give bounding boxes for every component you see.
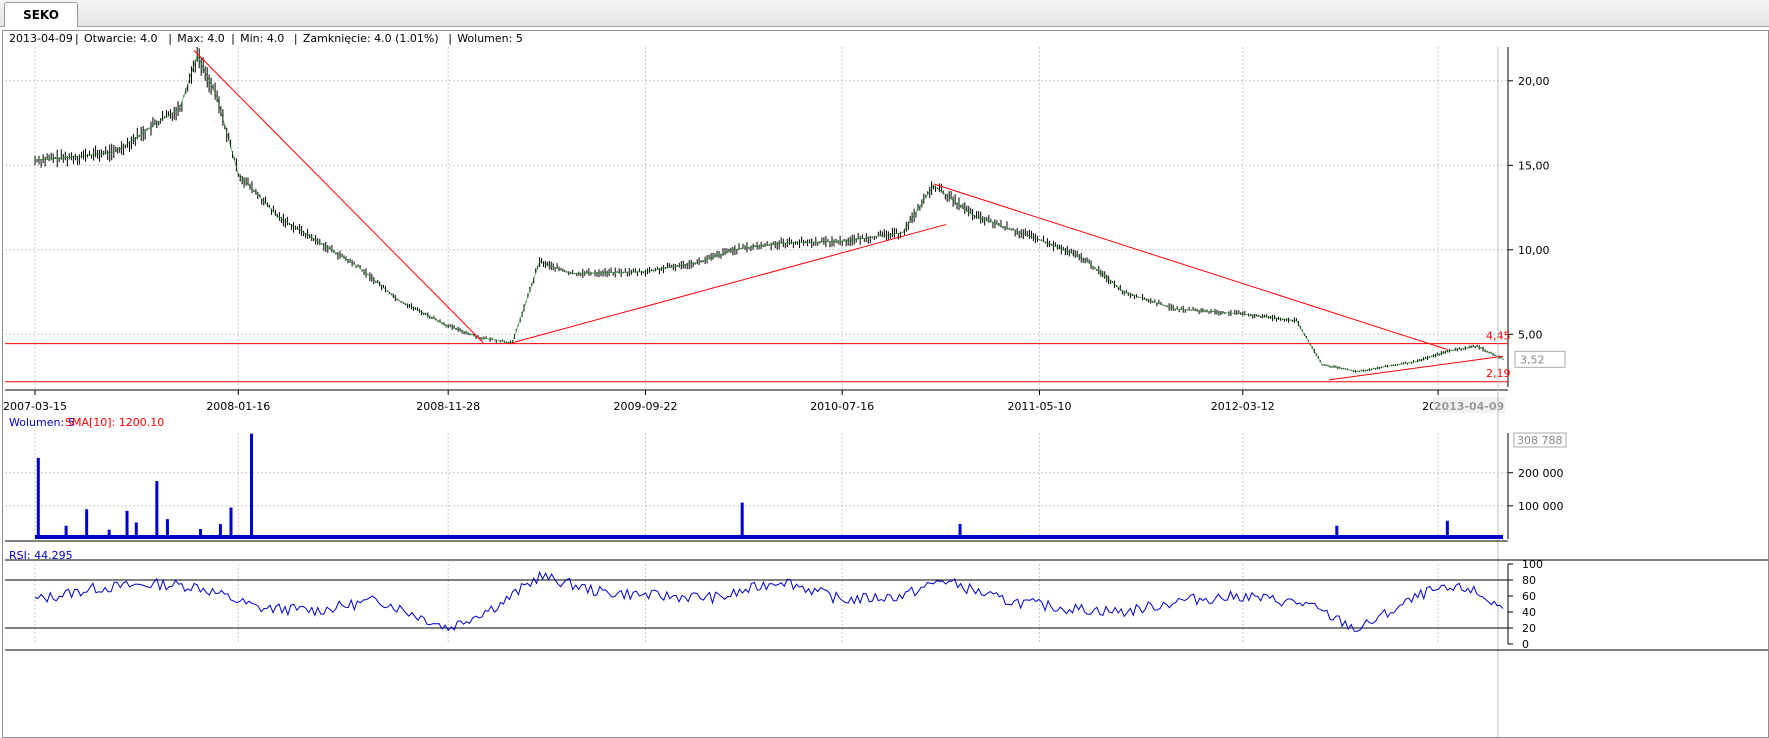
date-tick-label: 2007-03-15 bbox=[3, 400, 67, 413]
date-tick-label: 2008-11-28 bbox=[416, 400, 480, 413]
volume-bar bbox=[85, 509, 89, 539]
volume-bar bbox=[229, 507, 233, 539]
tab-seko[interactable]: SEKO bbox=[4, 2, 78, 27]
volume-bar bbox=[155, 481, 159, 539]
rsi-line bbox=[34, 570, 1504, 632]
volume-bar bbox=[958, 524, 962, 539]
volume-tick-label: 200 000 bbox=[1518, 467, 1564, 480]
info-separator: | bbox=[231, 32, 235, 45]
volume-bar bbox=[250, 433, 254, 539]
date-tick-label: 2009-09-22 bbox=[614, 400, 678, 413]
current-date-label: 2013-04-09 bbox=[1434, 400, 1504, 413]
volume-bar bbox=[1335, 525, 1339, 539]
volume-bar bbox=[199, 529, 203, 539]
trendline bbox=[1328, 355, 1504, 381]
rsi-tick-label: 100 bbox=[1522, 558, 1543, 571]
trendline bbox=[933, 183, 1448, 350]
last-price-label: 3,52 bbox=[1520, 353, 1545, 366]
volume-legend-1: SMA[10]: 1200.10 bbox=[65, 416, 164, 429]
info-open: Otwarcie: 4.0 bbox=[84, 32, 158, 45]
date-tick-label: 2012-03-12 bbox=[1211, 400, 1275, 413]
info-max: Max: 4.0 bbox=[177, 32, 224, 45]
volume-bar bbox=[36, 457, 40, 539]
info-separator: | bbox=[294, 32, 298, 45]
rsi-tick-label: 40 bbox=[1522, 606, 1536, 619]
info-min: Min: 4.0 bbox=[240, 32, 284, 45]
info-close: Zamknięcie: 4.0 (1.01%) bbox=[303, 32, 439, 45]
volume-bar bbox=[165, 519, 169, 539]
rsi-tick-label: 60 bbox=[1522, 590, 1536, 603]
trendline bbox=[512, 223, 947, 344]
stock-chart[interactable]: 2013-04-09 | Otwarcie: 4.0 | Max: 4.0 | Min: 4… bbox=[3, 31, 1768, 737]
price-tick-label: 10,00 bbox=[1518, 244, 1550, 257]
rsi-tick-label: 0 bbox=[1522, 638, 1529, 651]
volume-tick-label: 100 000 bbox=[1518, 500, 1564, 513]
info-separator: | bbox=[168, 32, 172, 45]
volume-bar bbox=[125, 510, 129, 539]
price-bars bbox=[34, 47, 1504, 373]
chart-frame: 2013-04-09 | Otwarcie: 4.0 | Max: 4.0 | Min: 4… bbox=[2, 30, 1769, 738]
volume-bar bbox=[134, 522, 138, 539]
date-tick-label: 2008-01-16 bbox=[206, 400, 270, 413]
rsi-tick-label: 20 bbox=[1522, 622, 1536, 635]
info-volume: Wolumen: 5 bbox=[457, 32, 523, 45]
date-tick-label: 2010-07-16 bbox=[810, 400, 874, 413]
volume-bar bbox=[107, 529, 111, 539]
price-tick-label: 5,00 bbox=[1518, 328, 1543, 341]
price-tick-label: 15,00 bbox=[1518, 159, 1550, 172]
price-line bbox=[34, 54, 1504, 372]
volume-bar bbox=[740, 502, 744, 539]
volume-bar bbox=[218, 524, 222, 539]
info-separator: | bbox=[75, 32, 79, 45]
rsi-tick-label: 80 bbox=[1522, 574, 1536, 587]
volume-floor bbox=[35, 535, 1503, 539]
price-tick-label: 20,00 bbox=[1518, 75, 1550, 88]
volume-bar bbox=[64, 525, 68, 539]
info-date: 2013-04-09 bbox=[9, 32, 73, 45]
date-tick-label: 2011-05-10 bbox=[1008, 400, 1072, 413]
trendline bbox=[193, 50, 484, 344]
volume-last-label: 308 788 bbox=[1517, 434, 1563, 447]
volume-bar bbox=[1445, 520, 1449, 539]
tab-bar: SEKO bbox=[0, 0, 1769, 27]
info-separator: | bbox=[448, 32, 452, 45]
